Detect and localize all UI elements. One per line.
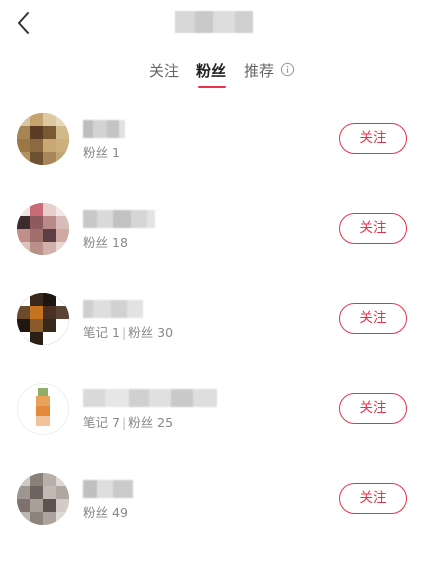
fans-label: 粉丝 — [83, 505, 109, 520]
fans-count: 18 — [112, 235, 128, 250]
top-bar — [0, 0, 441, 48]
fans-count: 25 — [157, 415, 174, 430]
back-button[interactable] — [12, 8, 36, 38]
avatar[interactable] — [17, 203, 69, 255]
user-stats: 粉丝 18 — [83, 232, 128, 251]
fans-label: 粉丝 — [83, 145, 109, 160]
follow-button[interactable]: 关注 — [339, 123, 407, 154]
follow-button[interactable]: 关注 — [339, 393, 407, 424]
follow-button[interactable]: 关注 — [339, 483, 407, 514]
fans-count: 49 — [112, 505, 128, 520]
tab-bar: 关注 粉丝 推荐 — [0, 60, 441, 90]
stats-divider: | — [121, 325, 127, 340]
notes-label: 笔记 — [83, 325, 109, 340]
user-stats: 粉丝 1 — [83, 142, 120, 161]
list-item[interactable]: 笔记 1 | 粉丝 30 关注 — [0, 275, 441, 365]
notes-label: 笔记 — [83, 415, 109, 430]
follow-button[interactable]: 关注 — [339, 303, 407, 334]
user-stats: 粉丝 49 — [83, 502, 128, 521]
list-item[interactable]: 粉丝 49 关注 — [0, 455, 441, 545]
user-stats: 笔记 7 | 粉丝 25 — [83, 412, 173, 431]
avatar[interactable] — [17, 383, 69, 435]
active-tab-indicator — [198, 86, 226, 88]
list-item[interactable]: 笔记 7 | 粉丝 25 关注 — [0, 365, 441, 455]
follow-button[interactable]: 关注 — [339, 213, 407, 244]
fans-label: 粉丝 — [128, 415, 154, 430]
tab-fans[interactable]: 粉丝 — [196, 60, 226, 81]
avatar[interactable] — [17, 293, 69, 345]
list-item[interactable]: 粉丝 1 关注 — [0, 95, 441, 185]
chevron-left-icon — [18, 12, 29, 34]
page-title-blurred — [175, 11, 253, 33]
user-name-blurred — [83, 300, 143, 318]
notes-count: 7 — [112, 415, 120, 430]
avatar[interactable] — [17, 473, 69, 525]
avatar[interactable] — [17, 113, 69, 165]
user-stats: 笔记 1 | 粉丝 30 — [83, 322, 173, 341]
list-item[interactable]: 粉丝 18 关注 — [0, 185, 441, 275]
tab-recommend[interactable]: 推荐 — [244, 60, 274, 81]
fans-label: 粉丝 — [83, 235, 109, 250]
user-name-blurred — [83, 389, 217, 407]
user-name-blurred — [83, 120, 125, 138]
fans-label: 粉丝 — [128, 325, 154, 340]
stats-divider: | — [121, 415, 127, 430]
fans-count: 30 — [157, 325, 174, 340]
info-icon[interactable] — [280, 62, 295, 77]
fans-count: 1 — [112, 145, 120, 160]
user-name-blurred — [83, 210, 155, 228]
tab-following[interactable]: 关注 — [149, 60, 179, 81]
user-name-blurred — [83, 480, 133, 498]
notes-count: 1 — [112, 325, 120, 340]
